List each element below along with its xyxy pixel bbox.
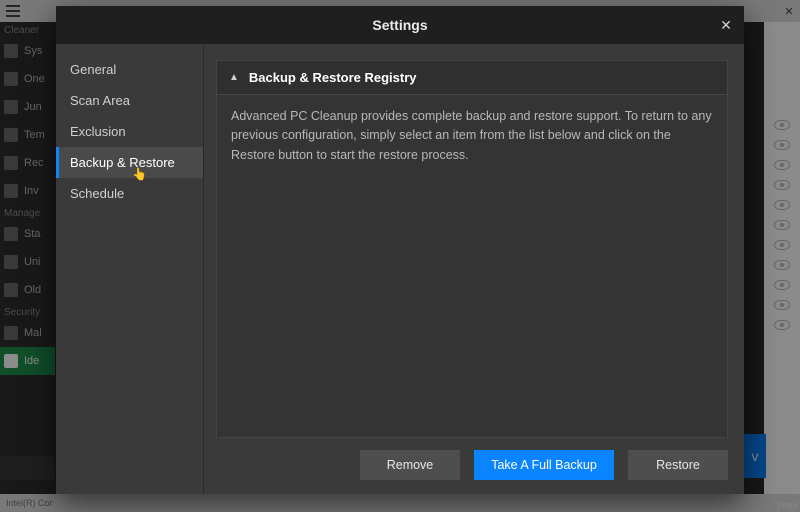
close-icon[interactable]: ✕ (716, 15, 736, 35)
modal-title: Settings (56, 17, 744, 33)
modal-titlebar: Settings ✕ (56, 6, 744, 44)
nav-item-general[interactable]: General (56, 54, 203, 85)
panel-description: Advanced PC Cleanup provides complete ba… (217, 95, 727, 177)
remove-button[interactable]: Remove (360, 450, 460, 480)
backup-restore-panel: ▲ Backup & Restore Registry Advanced PC … (216, 60, 728, 438)
watermark: yeax (777, 500, 798, 511)
nav-item-exclusion[interactable]: Exclusion (56, 116, 203, 147)
panel-header[interactable]: ▲ Backup & Restore Registry (217, 61, 727, 95)
nav-item-scan-area[interactable]: Scan Area (56, 85, 203, 116)
modal-overlay: Settings ✕ General Scan Area Exclusion B… (0, 0, 800, 512)
button-row: Remove Take A Full Backup Restore (216, 438, 728, 480)
chevron-up-icon: ▲ (229, 72, 239, 83)
restore-button[interactable]: Restore (628, 450, 728, 480)
panel-heading-text: Backup & Restore Registry (249, 70, 417, 85)
settings-nav: General Scan Area Exclusion Backup & Res… (56, 44, 204, 494)
take-full-backup-button[interactable]: Take A Full Backup (474, 450, 614, 480)
settings-modal: Settings ✕ General Scan Area Exclusion B… (56, 6, 744, 494)
nav-item-schedule[interactable]: Schedule (56, 178, 203, 209)
settings-content: ▲ Backup & Restore Registry Advanced PC … (204, 44, 744, 494)
nav-item-backup-restore[interactable]: Backup & Restore 👆 (56, 147, 203, 178)
